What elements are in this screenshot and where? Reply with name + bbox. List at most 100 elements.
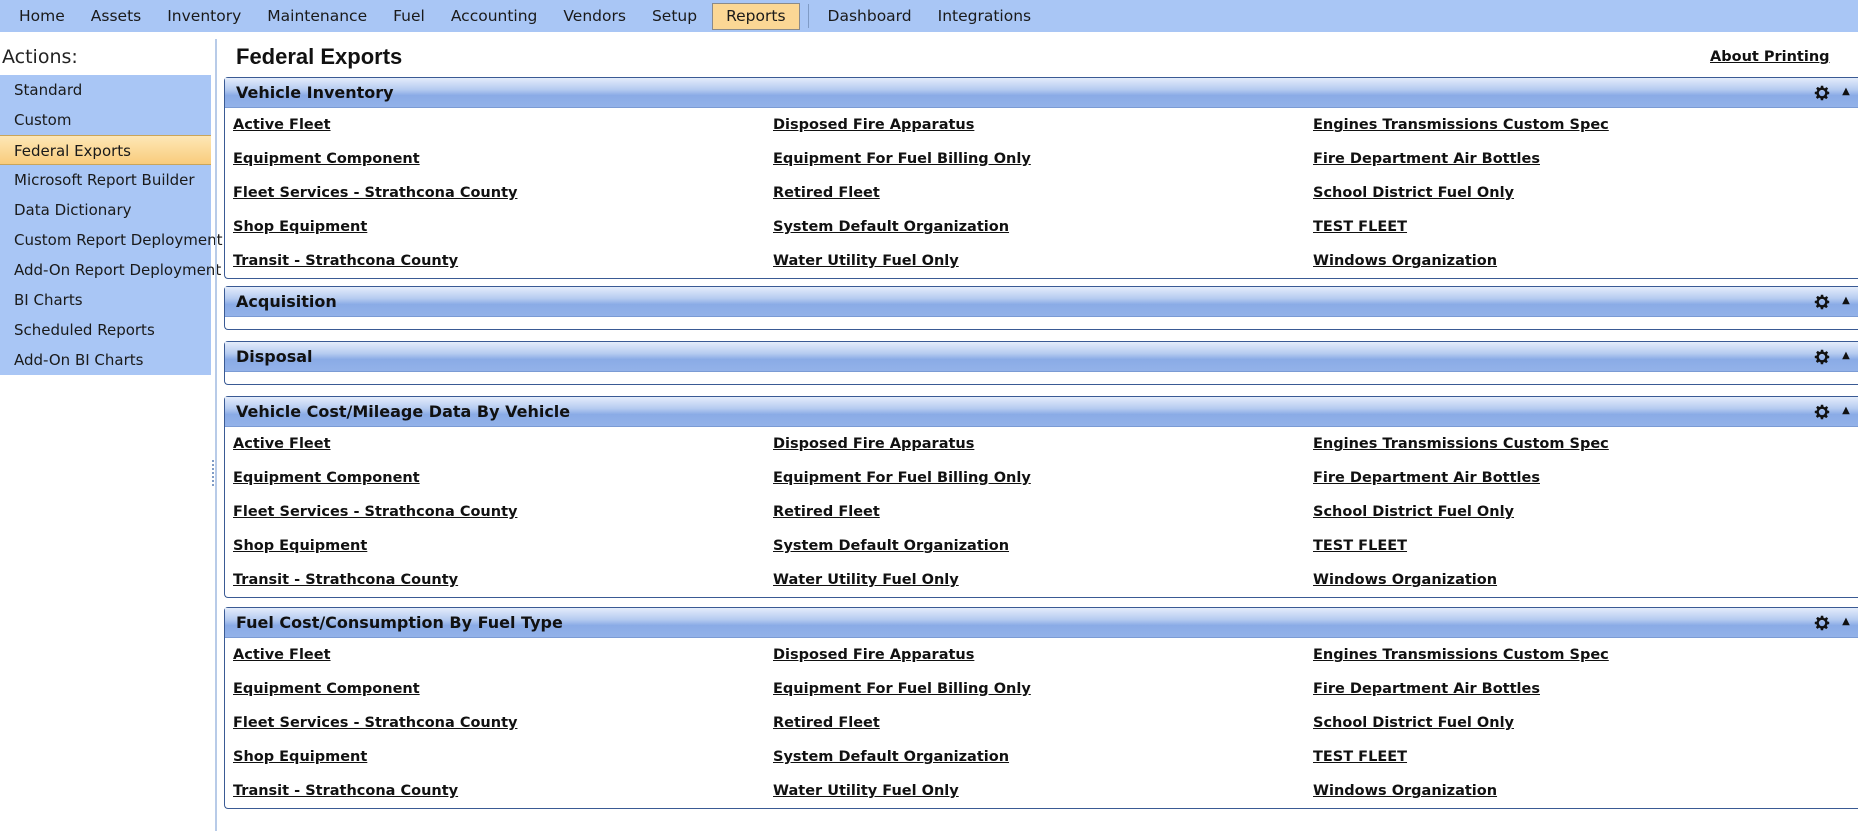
report-link[interactable]: Equipment For Fuel Billing Only bbox=[773, 142, 1313, 176]
report-link[interactable]: Engines Transmissions Custom Spec bbox=[1313, 108, 1853, 142]
gear-icon[interactable] bbox=[1813, 348, 1831, 366]
menu-integrations-label: Integrations bbox=[937, 7, 1032, 25]
panel-header[interactable]: Fuel Cost/Consumption By Fuel Type ▲ bbox=[225, 608, 1858, 638]
report-link[interactable]: Shop Equipment bbox=[233, 210, 773, 244]
report-link[interactable]: System Default Organization bbox=[773, 529, 1313, 563]
report-grid: Active Fleet Disposed Fire Apparatus Engin… bbox=[225, 427, 1858, 597]
report-link[interactable]: School District Fuel Only bbox=[1313, 706, 1853, 740]
actions-heading: Actions: bbox=[2, 46, 78, 68]
report-link[interactable]: Equipment For Fuel Billing Only bbox=[773, 461, 1313, 495]
gear-icon[interactable] bbox=[1813, 403, 1831, 421]
action-add-on-bi-charts[interactable]: Add-On BI Charts bbox=[0, 345, 211, 375]
sidebar-splitter[interactable] bbox=[215, 39, 217, 831]
menu-fuel[interactable]: Fuel bbox=[380, 2, 438, 30]
gear-icon[interactable] bbox=[1813, 614, 1831, 632]
report-link[interactable]: Windows Organization bbox=[1313, 563, 1853, 597]
report-link[interactable]: Active Fleet bbox=[233, 108, 773, 142]
menu-maintenance[interactable]: Maintenance bbox=[254, 2, 380, 30]
gear-icon[interactable] bbox=[1813, 293, 1831, 311]
report-link[interactable]: TEST FLEET bbox=[1313, 210, 1853, 244]
report-link[interactable]: Water Utility Fuel Only bbox=[773, 244, 1313, 278]
report-link[interactable]: TEST FLEET bbox=[1313, 740, 1853, 774]
action-custom[interactable]: Custom bbox=[0, 105, 211, 135]
report-grid: Active Fleet Disposed Fire Apparatus Engin… bbox=[225, 638, 1858, 808]
report-link[interactable]: Retired Fleet bbox=[773, 495, 1313, 529]
menu-setup[interactable]: Setup bbox=[639, 2, 710, 30]
report-link[interactable]: Windows Organization bbox=[1313, 244, 1853, 278]
action-label: Scheduled Reports bbox=[14, 321, 155, 339]
report-link[interactable]: School District Fuel Only bbox=[1313, 495, 1853, 529]
collapse-up-icon[interactable]: ▲ bbox=[1840, 294, 1852, 308]
report-link[interactable]: TEST FLEET bbox=[1313, 529, 1853, 563]
menu-reports[interactable]: Reports bbox=[712, 2, 800, 30]
splitter-grip-icon[interactable] bbox=[212, 460, 216, 486]
report-link[interactable]: System Default Organization bbox=[773, 740, 1313, 774]
menu-inventory[interactable]: Inventory bbox=[154, 2, 254, 30]
report-link[interactable]: Transit - Strathcona County bbox=[233, 244, 773, 278]
action-add-on-report-deployment[interactable]: Add-On Report Deployment bbox=[0, 255, 221, 285]
action-custom-report-deployment[interactable]: Custom Report Deployment bbox=[0, 225, 222, 255]
menu-vendors[interactable]: Vendors bbox=[550, 2, 639, 30]
action-scheduled-reports[interactable]: Scheduled Reports bbox=[0, 315, 211, 345]
report-link[interactable]: Equipment Component bbox=[233, 672, 773, 706]
menu-dashboard-label: Dashboard bbox=[827, 7, 912, 25]
collapse-up-icon[interactable]: ▲ bbox=[1840, 615, 1852, 629]
report-link[interactable]: Disposed Fire Apparatus bbox=[773, 427, 1313, 461]
panel-fuel-cost-consumption: Fuel Cost/Consumption By Fuel Type ▲ Act… bbox=[224, 607, 1858, 809]
action-label: Custom bbox=[14, 111, 72, 129]
collapse-up-icon[interactable]: ▲ bbox=[1840, 85, 1852, 99]
report-link[interactable]: Retired Fleet bbox=[773, 706, 1313, 740]
gear-icon[interactable] bbox=[1813, 84, 1831, 102]
report-link[interactable]: Engines Transmissions Custom Spec bbox=[1313, 638, 1853, 672]
panel-header[interactable]: Acquisition ▲ bbox=[225, 287, 1858, 317]
report-link[interactable]: Equipment Component bbox=[233, 142, 773, 176]
report-link[interactable]: Fire Department Air Bottles bbox=[1313, 142, 1853, 176]
action-label: Custom Report Deployment bbox=[14, 231, 223, 249]
action-bi-charts[interactable]: BI Charts bbox=[0, 285, 211, 315]
menu-accounting[interactable]: Accounting bbox=[438, 2, 551, 30]
report-link[interactable]: Water Utility Fuel Only bbox=[773, 774, 1313, 808]
report-link[interactable]: Fire Department Air Bottles bbox=[1313, 672, 1853, 706]
report-link[interactable]: Windows Organization bbox=[1313, 774, 1853, 808]
panel-title: Vehicle Cost/Mileage Data By Vehicle bbox=[236, 402, 571, 421]
report-link[interactable]: Transit - Strathcona County bbox=[233, 563, 773, 597]
main-menu-bar: Home Assets Inventory Maintenance Fuel A… bbox=[0, 0, 1858, 32]
panel-header[interactable]: Disposal ▲ bbox=[225, 342, 1858, 372]
report-link[interactable]: Fleet Services - Strathcona County bbox=[233, 176, 773, 210]
menu-home-label: Home bbox=[19, 7, 65, 25]
report-link[interactable]: Disposed Fire Apparatus bbox=[773, 108, 1313, 142]
panel-header[interactable]: Vehicle Inventory ▲ bbox=[225, 78, 1858, 108]
action-data-dictionary[interactable]: Data Dictionary bbox=[0, 195, 211, 225]
report-grid: Active Fleet Disposed Fire Apparatus Engin… bbox=[225, 108, 1858, 278]
report-link[interactable]: Fire Department Air Bottles bbox=[1313, 461, 1853, 495]
action-federal-exports[interactable]: Federal Exports bbox=[0, 135, 211, 165]
menu-integrations[interactable]: Integrations bbox=[925, 2, 1044, 30]
report-link[interactable]: Transit - Strathcona County bbox=[233, 774, 773, 808]
panel-disposal: Disposal ▲ bbox=[224, 341, 1858, 385]
about-printing-link[interactable]: About Printing bbox=[1710, 49, 1830, 65]
menu-dashboard[interactable]: Dashboard bbox=[815, 2, 925, 30]
report-link[interactable]: Shop Equipment bbox=[233, 529, 773, 563]
menu-assets[interactable]: Assets bbox=[78, 2, 154, 30]
report-link[interactable]: Engines Transmissions Custom Spec bbox=[1313, 427, 1853, 461]
report-link[interactable]: Fleet Services - Strathcona County bbox=[233, 495, 773, 529]
report-link[interactable]: School District Fuel Only bbox=[1313, 176, 1853, 210]
action-microsoft-report-builder[interactable]: Microsoft Report Builder bbox=[0, 165, 211, 195]
panel-header[interactable]: Vehicle Cost/Mileage Data By Vehicle ▲ bbox=[225, 397, 1858, 427]
report-link[interactable]: Disposed Fire Apparatus bbox=[773, 638, 1313, 672]
action-standard[interactable]: Standard bbox=[0, 75, 211, 105]
report-link[interactable]: Fleet Services - Strathcona County bbox=[233, 706, 773, 740]
panel-acquisition: Acquisition ▲ bbox=[224, 286, 1858, 330]
report-link[interactable]: Equipment Component bbox=[233, 461, 773, 495]
action-label: Add-On BI Charts bbox=[14, 351, 144, 369]
report-link[interactable]: Active Fleet bbox=[233, 638, 773, 672]
report-link[interactable]: Retired Fleet bbox=[773, 176, 1313, 210]
collapse-up-icon[interactable]: ▲ bbox=[1840, 404, 1852, 418]
report-link[interactable]: Equipment For Fuel Billing Only bbox=[773, 672, 1313, 706]
menu-home[interactable]: Home bbox=[6, 2, 78, 30]
report-link[interactable]: System Default Organization bbox=[773, 210, 1313, 244]
report-link[interactable]: Shop Equipment bbox=[233, 740, 773, 774]
collapse-up-icon[interactable]: ▲ bbox=[1840, 349, 1852, 363]
report-link[interactable]: Water Utility Fuel Only bbox=[773, 563, 1313, 597]
report-link[interactable]: Active Fleet bbox=[233, 427, 773, 461]
